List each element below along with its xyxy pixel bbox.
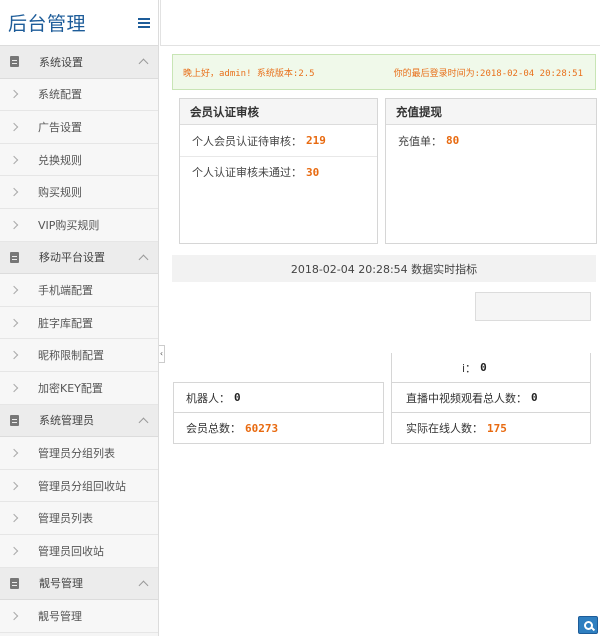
sidebar-group-label: 系统设置 (39, 55, 83, 69)
sidebar-group-premium-ids[interactable]: 靓号管理 (0, 567, 158, 601)
greeting-text: 晚上好，admin! 系统版本:2.5 (183, 68, 315, 79)
pending-count: 219 (306, 134, 326, 147)
realtime-stats-header: 2018-02-04 20:28:54 数据实时指标 (172, 255, 596, 282)
stats-grey-header (475, 292, 591, 321)
sidebar-item-admin-group-list[interactable]: 管理员分组列表 (0, 437, 158, 470)
sidebar-item-purchase-rules[interactable]: 购买规则 (0, 176, 158, 209)
recharge-withdraw-panel: 充值提现 充值单： 80 (385, 98, 597, 244)
sidebar-item-label: 管理员回收站 (38, 544, 104, 558)
recharge-count: 80 (446, 134, 460, 147)
pending-label: 个人会员认证待审核： (192, 134, 302, 148)
chevron-right-icon (9, 318, 19, 327)
pending-verification-row[interactable]: 个人会员认证待审核： 219 (180, 125, 377, 156)
partial-stat-label: i： (462, 361, 477, 375)
recharge-label: 充值单： (398, 134, 442, 148)
sidebar-group-label: 系统管理员 (39, 414, 94, 428)
sidebar-item-label: 手机端配置 (38, 283, 93, 297)
members-total-label: 会员总数： (186, 422, 241, 435)
live-viewers-label: 直播中视频观看总人数： (406, 391, 527, 405)
chevron-right-icon (9, 90, 19, 99)
welcome-notice: 晚上好，admin! 系统版本:2.5 你的最后登录时间为:2018-02-04… (172, 54, 596, 90)
floating-search-button[interactable] (578, 616, 598, 634)
brand-bar: 后台管理 (0, 0, 158, 46)
chevron-right-icon (9, 448, 19, 458)
rejected-verification-row[interactable]: 个人认证审核未通过： 30 (180, 156, 377, 187)
chevron-up-icon (138, 58, 149, 69)
document-icon (10, 577, 19, 589)
sidebar-item-exchange-rules[interactable]: 兑换规则 (0, 143, 158, 177)
sidebar-item-admin-list[interactable]: 管理员列表 (0, 502, 158, 535)
sidebar-item-label: 加密KEY配置 (38, 381, 103, 395)
online-users-stat-cell: 实际在线人数： 175 (391, 413, 591, 444)
chevron-right-icon (9, 383, 19, 392)
online-users-value: 175 (487, 421, 507, 435)
hamburger-icon[interactable] (138, 17, 150, 28)
chevron-right-icon (9, 611, 19, 621)
last-login-text: 你的最后登录时间为:2018-02-04 20:28:51 (393, 68, 583, 79)
sidebar-item-label: 广告设置 (38, 120, 82, 134)
chevron-up-icon (138, 417, 149, 428)
members-total-stat-cell: 会员总数： 60273 (173, 413, 384, 444)
sidebar-item-label: VIP购买规则 (38, 218, 100, 232)
app-title: 后台管理 (8, 13, 87, 35)
chevron-right-icon (9, 481, 19, 490)
robots-label: 机器人： (186, 391, 230, 405)
sidebar-item-label: 兑换规则 (38, 153, 82, 167)
sidebar-item-nickname-limit-config[interactable]: 昵称限制配置 (0, 339, 158, 372)
sidebar-item-label: 管理员分组回收站 (38, 479, 126, 493)
sidebar-item-vip-purchase-rules[interactable]: VIP购买规则 (0, 208, 158, 242)
sidebar-collapse-handle[interactable]: ‹ (159, 345, 165, 363)
sidebar-item-label: 购买规则 (38, 186, 82, 200)
robots-stat-cell: 机器人： 0 (173, 382, 384, 413)
panel-title: 会员认证审核 (180, 99, 377, 125)
sidebar-group-system-admins[interactable]: 系统管理员 (0, 404, 158, 438)
chevron-right-icon (9, 513, 19, 523)
sidebar-item-admin-recycle-bin[interactable]: 管理员回收站 (0, 534, 158, 568)
sidebar-item-label: 管理员分组列表 (38, 446, 115, 460)
chevron-right-icon (9, 187, 19, 197)
sidebar-item-label: 管理员列表 (38, 512, 93, 526)
sidebar-item-premium-id-management[interactable]: 靓号管理 (0, 600, 158, 633)
rejected-label: 个人认证审核未通过： (192, 166, 302, 179)
chevron-up-icon (138, 580, 149, 591)
document-icon (10, 414, 19, 426)
document-icon (10, 251, 19, 263)
sidebar-item-system-config[interactable]: 系统配置 (0, 78, 158, 112)
chevron-right-icon (9, 350, 19, 360)
sidebar-group-label: 移动平台设置 (39, 251, 105, 265)
online-users-label: 实际在线人数： (406, 422, 483, 435)
sidebar-group-label: 靓号管理 (39, 577, 83, 591)
sidebar-item-label: 昵称限制配置 (38, 349, 104, 363)
sidebar-item-ad-settings[interactable]: 广告设置 (0, 111, 158, 144)
chevron-right-icon (9, 285, 19, 295)
sidebar-item-label: 靓号管理 (38, 609, 82, 623)
robots-value: 0 (234, 391, 241, 404)
member-verification-panel: 会员认证审核 个人会员认证待审核： 219 个人认证审核未通过： 30 (179, 98, 378, 244)
sidebar-item-profanity-config[interactable]: 脏字库配置 (0, 306, 158, 340)
live-viewers-stat-cell: 直播中视频观看总人数： 0 (391, 382, 591, 413)
partial-stat-cell: i： 0 (391, 353, 591, 382)
sidebar-group-mobile-settings[interactable]: 移动平台设置 (0, 241, 158, 275)
chevron-right-icon (9, 546, 19, 555)
sidebar: 后台管理 系统设置 系统配置 广告设置 兑换规则 购买规则 VIP购买规则 移动… (0, 0, 159, 636)
partial-stat-value: 0 (480, 361, 487, 374)
search-icon (583, 620, 593, 630)
sidebar-item-mobile-config[interactable]: 手机端配置 (0, 274, 158, 307)
chevron-up-icon (138, 254, 149, 265)
chevron-right-icon (9, 155, 19, 164)
top-header (160, 0, 600, 46)
chevron-right-icon (9, 122, 19, 132)
panel-title: 充值提现 (386, 99, 596, 125)
recharge-orders-row[interactable]: 充值单： 80 (386, 125, 596, 156)
rejected-count: 30 (306, 165, 320, 179)
sidebar-item-label: 脏字库配置 (38, 316, 93, 330)
sidebar-item-label: 系统配置 (38, 88, 82, 102)
sidebar-item-admin-group-recycle-bin[interactable]: 管理员分组回收站 (0, 469, 158, 503)
document-icon (10, 56, 19, 68)
members-total-value: 60273 (245, 421, 279, 435)
live-viewers-value: 0 (531, 391, 538, 404)
sidebar-group-system-settings[interactable]: 系统设置 (0, 46, 158, 79)
sidebar-item-encryption-key-config[interactable]: 加密KEY配置 (0, 371, 158, 405)
chevron-right-icon (9, 220, 19, 230)
